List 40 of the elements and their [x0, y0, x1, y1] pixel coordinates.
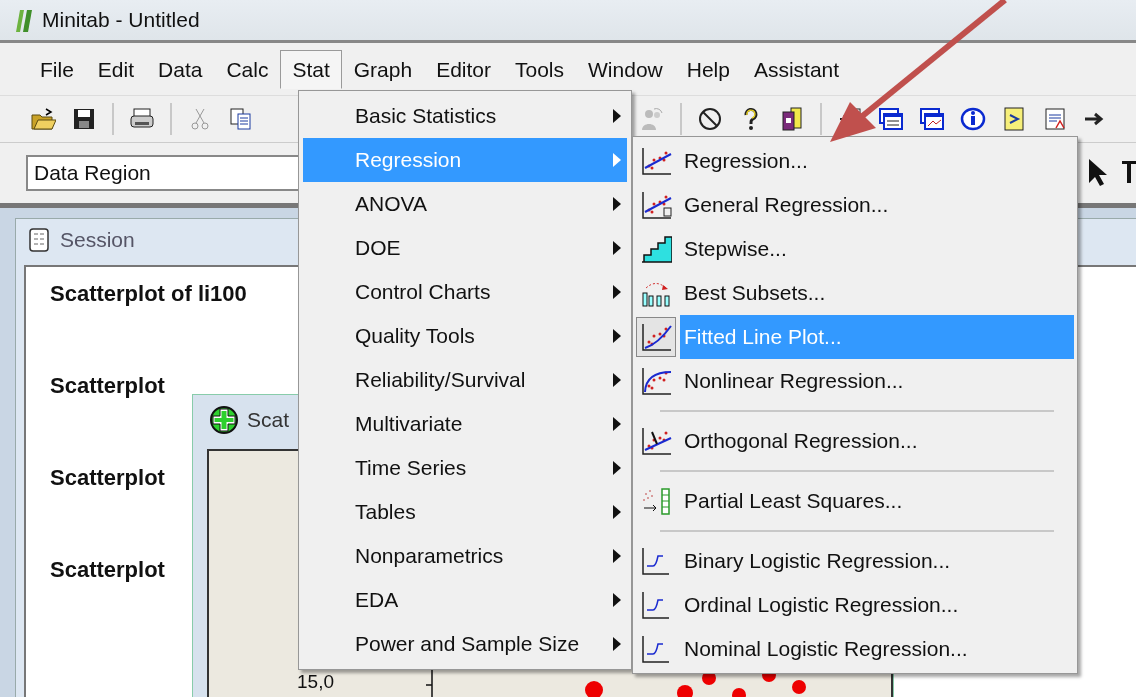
menu-item[interactable]: Editor	[424, 49, 503, 89]
menu-item[interactable]: Window	[576, 49, 675, 89]
menu-item[interactable]: File	[28, 49, 86, 89]
menu-item[interactable]: Best Subsets...	[680, 271, 1074, 315]
menu-item[interactable]: Regression...	[680, 139, 1074, 183]
session-heading: Scatterplot	[50, 557, 165, 583]
menu-item[interactable]: Tools	[503, 49, 577, 89]
menu-item[interactable]: Calc	[214, 49, 281, 89]
menu-item[interactable]: Quality Tools	[303, 314, 627, 358]
menu-item[interactable]: Assistant	[741, 49, 852, 89]
menu-item[interactable]: Control Charts	[303, 270, 627, 314]
menu-item[interactable]: EDA	[303, 578, 627, 622]
session-heading: Scatterplot	[50, 465, 165, 491]
menu-item[interactable]: Nonlinear Regression...	[680, 359, 1074, 403]
menu-item[interactable]: Multivariate	[303, 402, 627, 446]
menu-item[interactable]: Stepwise...	[680, 227, 1074, 271]
menu-item[interactable]: DOE	[303, 226, 627, 270]
window-title: Minitab - Untitled	[42, 8, 200, 32]
menu-item[interactable]: Orthogonal Regression...	[680, 419, 1074, 463]
session-heading: Scatterplot	[50, 373, 165, 399]
menu-item[interactable]: Help	[674, 49, 742, 89]
menu-item[interactable]: General Regression...	[680, 183, 1074, 227]
menu-item[interactable]: Ordinal Logistic Regression...	[680, 583, 1074, 627]
menu-item[interactable]: Nonparametrics	[303, 534, 627, 578]
menu-item[interactable]: Stat	[280, 49, 342, 89]
menu-item[interactable]: Edit	[85, 49, 147, 89]
menu-item[interactable]: Tables	[303, 490, 627, 534]
menu-item[interactable]: Time Series	[303, 446, 627, 490]
menu-item[interactable]: Binary Logistic Regression...	[680, 539, 1074, 583]
menu-item[interactable]: Graph	[341, 49, 425, 89]
menu-item[interactable]: Partial Least Squares...	[680, 479, 1074, 523]
menu-item[interactable]: Basic Statistics	[303, 94, 627, 138]
graph-window-title: Scat	[247, 408, 290, 432]
axis-tick-label: 15,0	[297, 671, 334, 693]
menu-item[interactable]: Reliability/Survival	[303, 358, 627, 402]
menu-item[interactable]: Data	[146, 49, 215, 89]
session-title: Session	[60, 228, 135, 252]
menu-item[interactable]: Nominal Logistic Regression...	[680, 627, 1074, 671]
session-heading: Scatterplot of li100	[50, 281, 247, 307]
menu-item[interactable]: Power and Sample Size	[303, 622, 627, 666]
